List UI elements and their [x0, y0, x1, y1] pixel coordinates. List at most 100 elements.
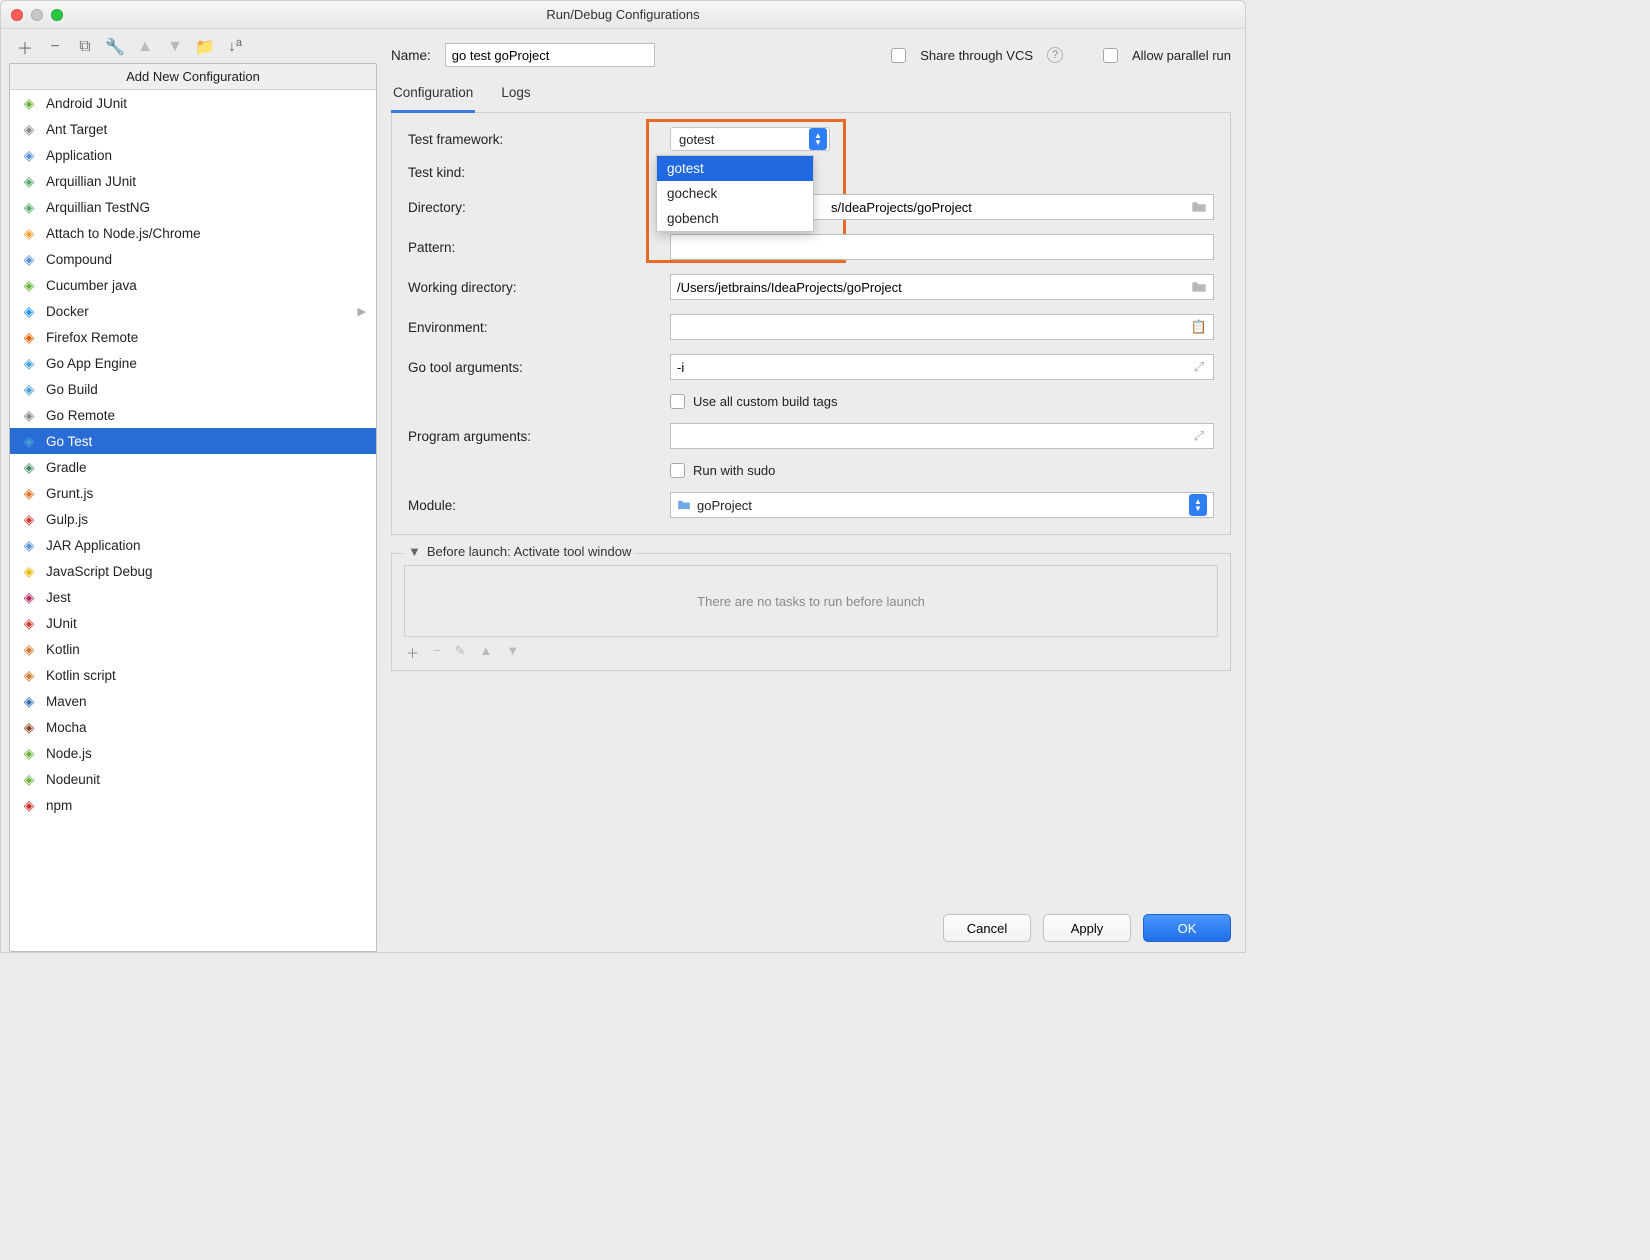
config-type-icon: ◈: [20, 562, 38, 580]
sidebar-item[interactable]: ◈Attach to Node.js/Chrome: [10, 220, 376, 246]
sidebar-item[interactable]: ◈Jest: [10, 584, 376, 610]
working-dir-input[interactable]: [670, 274, 1214, 300]
remove-icon[interactable]: −: [433, 643, 441, 662]
go-tool-args-input[interactable]: [670, 354, 1214, 380]
share-vcs-checkbox[interactable]: [891, 48, 906, 63]
sidebar-item[interactable]: ◈Go Build: [10, 376, 376, 402]
copy-icon[interactable]: ⧉: [77, 39, 93, 55]
environment-label: Environment:: [408, 320, 670, 335]
sidebar-item[interactable]: ◈Application: [10, 142, 376, 168]
sidebar-item[interactable]: ◈Mocha: [10, 714, 376, 740]
sidebar-item[interactable]: ◈Nodeunit: [10, 766, 376, 792]
sidebar-item[interactable]: ◈Firefox Remote: [10, 324, 376, 350]
sidebar-item-label: Go Remote: [46, 408, 115, 423]
test-framework-label: Test framework:: [408, 132, 670, 147]
expand-icon[interactable]: ⤢: [1188, 425, 1210, 447]
sidebar-item[interactable]: ◈Compound: [10, 246, 376, 272]
config-type-icon: ◈: [20, 692, 38, 710]
program-args-label: Program arguments:: [408, 429, 670, 444]
pattern-input[interactable]: [670, 234, 1214, 260]
config-type-icon: ◈: [20, 666, 38, 684]
wrench-icon[interactable]: 🔧: [107, 39, 123, 55]
remove-icon[interactable]: −: [47, 39, 63, 55]
sidebar-item[interactable]: ◈Gulp.js: [10, 506, 376, 532]
ok-button[interactable]: OK: [1143, 914, 1231, 942]
sidebar-item[interactable]: ◈Go Test: [10, 428, 376, 454]
sidebar-item-label: Arquillian JUnit: [46, 174, 136, 189]
sidebar-item[interactable]: ◈Maven: [10, 688, 376, 714]
sidebar-item[interactable]: ◈Grunt.js: [10, 480, 376, 506]
module-select[interactable]: goProject ▲▼: [670, 492, 1214, 518]
sidebar-item[interactable]: ◈JavaScript Debug: [10, 558, 376, 584]
expand-icon[interactable]: ⤢: [1188, 356, 1210, 378]
sidebar-item-label: Gulp.js: [46, 512, 88, 527]
program-args-input[interactable]: [670, 423, 1214, 449]
sidebar-item-label: Kotlin script: [46, 668, 116, 683]
environment-input[interactable]: [670, 314, 1214, 340]
test-framework-select[interactable]: gotest ▲▼: [670, 127, 830, 151]
pattern-label: Pattern:: [408, 240, 670, 255]
test-framework-dropdown[interactable]: gotest gocheck gobench: [656, 155, 814, 232]
down-icon[interactable]: ▼: [167, 39, 183, 55]
option-gotest[interactable]: gotest: [657, 156, 813, 181]
sort-icon[interactable]: ↓ª: [227, 39, 243, 55]
edit-icon[interactable]: ✎: [455, 643, 466, 662]
sidebar-item-label: Docker: [46, 304, 89, 319]
sidebar-item-label: npm: [46, 798, 72, 813]
sidebar-item[interactable]: ◈Kotlin: [10, 636, 376, 662]
tab-configuration[interactable]: Configuration: [391, 77, 475, 113]
config-type-icon: ◈: [20, 458, 38, 476]
sidebar-item[interactable]: ◈Go App Engine: [10, 350, 376, 376]
up-icon[interactable]: ▲: [480, 643, 493, 662]
down-icon[interactable]: ▼: [506, 643, 519, 662]
allow-parallel-label: Allow parallel run: [1132, 48, 1231, 63]
sidebar-item-label: Android JUnit: [46, 96, 127, 111]
up-icon[interactable]: ▲: [137, 39, 153, 55]
sidebar-item[interactable]: ◈ npm: [10, 792, 376, 818]
sidebar-item[interactable]: ◈JUnit: [10, 610, 376, 636]
config-type-icon: ◈: [20, 250, 38, 268]
dialog-footer: Cancel Apply OK: [391, 900, 1231, 942]
sidebar-item[interactable]: ◈Arquillian TestNG: [10, 194, 376, 220]
window-title: Run/Debug Configurations: [1, 7, 1245, 22]
folder-plus-icon[interactable]: 📁: [197, 39, 213, 55]
sidebar-header: Add New Configuration: [10, 64, 376, 90]
name-input[interactable]: [445, 43, 655, 67]
before-launch-toolbar: ＋ − ✎ ▲ ▼: [404, 637, 1218, 662]
before-launch-panel: ▼ Before launch: Activate tool window Th…: [391, 553, 1231, 671]
config-type-icon: ◈: [20, 796, 38, 814]
sidebar-item[interactable]: ◈Go Remote: [10, 402, 376, 428]
option-gocheck[interactable]: gocheck: [657, 181, 813, 206]
sidebar-item[interactable]: ◈Android JUnit: [10, 90, 376, 116]
config-type-list[interactable]: ◈Android JUnit◈Ant Target◈Application◈Ar…: [10, 90, 376, 951]
sidebar-item-label: Go Build: [46, 382, 98, 397]
apply-button[interactable]: Apply: [1043, 914, 1131, 942]
add-icon[interactable]: ＋: [17, 39, 33, 55]
add-icon[interactable]: ＋: [406, 643, 419, 662]
config-type-icon: ◈: [20, 640, 38, 658]
left-column: ＋ − ⧉ 🔧 ▲ ▼ 📁 ↓ª Add New Configuration ◈…: [1, 29, 377, 952]
tab-logs[interactable]: Logs: [499, 77, 532, 112]
sidebar-item[interactable]: ◈Docker▶: [10, 298, 376, 324]
custom-tags-checkbox[interactable]: [670, 394, 685, 409]
help-icon[interactable]: ?: [1047, 47, 1063, 63]
sidebar-item[interactable]: ◈Arquillian JUnit: [10, 168, 376, 194]
option-gobench[interactable]: gobench: [657, 206, 813, 231]
folder-icon[interactable]: [1188, 276, 1210, 298]
allow-parallel-checkbox[interactable]: [1103, 48, 1118, 63]
cancel-button[interactable]: Cancel: [943, 914, 1031, 942]
config-type-icon: ◈: [20, 146, 38, 164]
sidebar-item[interactable]: ◈Cucumber java: [10, 272, 376, 298]
chevron-down-icon[interactable]: ▼: [408, 544, 421, 559]
run-sudo-checkbox[interactable]: [670, 463, 685, 478]
folder-icon[interactable]: [1188, 196, 1210, 218]
sidebar-item[interactable]: ◈Ant Target: [10, 116, 376, 142]
config-type-icon: ◈: [20, 224, 38, 242]
sidebar-item[interactable]: ◈Node.js: [10, 740, 376, 766]
list-icon[interactable]: 📋: [1188, 316, 1210, 338]
config-type-icon: ◈: [20, 614, 38, 632]
chevron-updown-icon: ▲▼: [1189, 494, 1207, 516]
sidebar-item[interactable]: ◈JAR Application: [10, 532, 376, 558]
sidebar-item[interactable]: ◈ Kotlin script: [10, 662, 376, 688]
sidebar-item[interactable]: ◈Gradle: [10, 454, 376, 480]
